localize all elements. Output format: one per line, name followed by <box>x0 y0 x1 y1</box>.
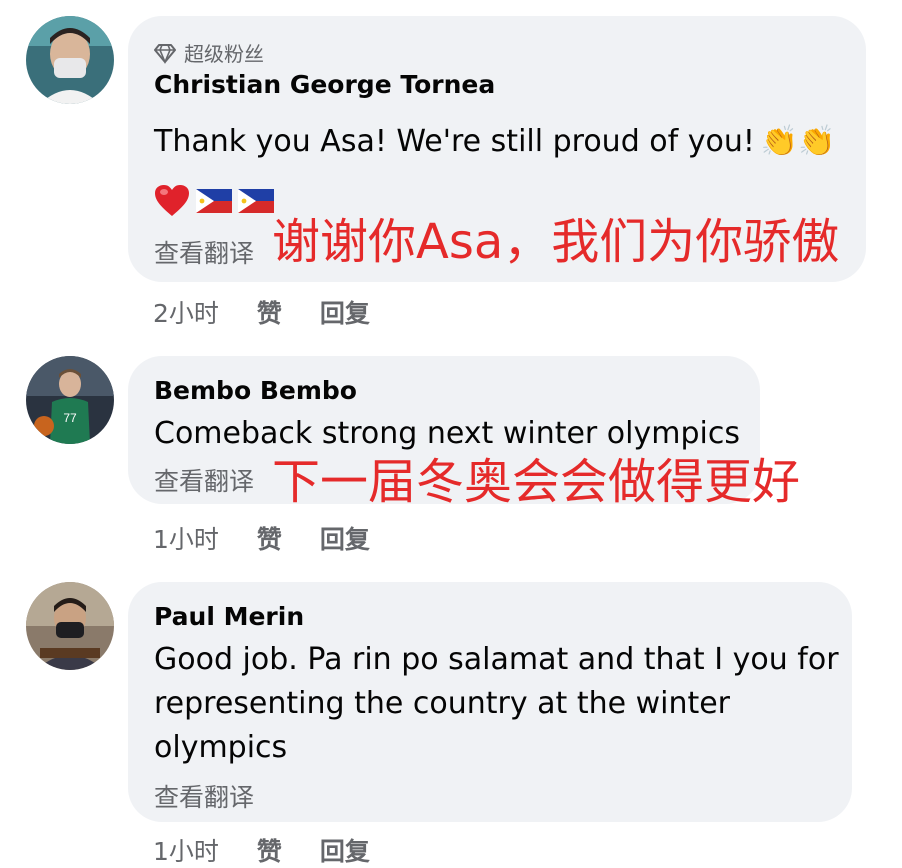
reply-button[interactable]: 回复 <box>320 520 370 556</box>
like-button[interactable]: 赞 <box>257 520 282 556</box>
see-translation-link[interactable]: 查看翻译 <box>154 778 254 814</box>
avatar[interactable] <box>26 582 114 670</box>
comment-actions: 1小时 赞 回复 <box>153 520 370 556</box>
like-button[interactable]: 赞 <box>257 832 282 868</box>
chinese-caption-overlay: 下一届冬奥会会做得更好 <box>272 454 801 510</box>
avatar[interactable]: 77 <box>26 356 114 444</box>
timestamp: 1小时 <box>153 837 219 866</box>
reply-button[interactable]: 回复 <box>320 294 370 330</box>
badge-label: 超级粉丝 <box>184 42 264 66</box>
see-translation-link[interactable]: 查看翻译 <box>154 462 254 498</box>
see-translation-link[interactable]: 查看翻译 <box>154 234 254 270</box>
comment-text-line-1: Good job. Pa rin po salamat and that I y… <box>154 642 839 677</box>
red-heart-emoji <box>155 185 189 216</box>
like-button[interactable]: 赞 <box>257 294 282 330</box>
emoji-row <box>154 184 274 218</box>
philippines-flag-emoji <box>238 189 274 213</box>
clapping-hands-emoji: 👏👏 <box>760 124 836 159</box>
comment-actions: 1小时 赞 回复 <box>153 832 370 868</box>
top-fan-badge: 超级粉丝 <box>154 38 264 67</box>
chinese-caption-overlay: 谢谢你Asa，我们为你骄傲 <box>272 214 840 270</box>
timestamp: 1小时 <box>153 525 219 554</box>
comment-text: Comeback strong next winter olympics <box>154 416 740 451</box>
diamond-icon <box>154 43 176 64</box>
reply-button[interactable]: 回复 <box>320 832 370 868</box>
comment-actions: 2小时 赞 回复 <box>153 294 370 330</box>
commenter-name[interactable]: Bembo Bembo <box>154 376 357 405</box>
timestamp: 2小时 <box>153 299 219 328</box>
comment-text-body: Thank you Asa! We're still proud of you! <box>154 124 755 159</box>
comment-bubble: Paul Merin Good job. Pa rin po salamat a… <box>128 582 852 822</box>
comment-text-line-2: representing the country at the winter <box>154 686 731 721</box>
svg-text:77: 77 <box>63 411 77 425</box>
comment-text-line-3: olympics <box>154 730 288 765</box>
avatar[interactable] <box>26 16 114 104</box>
commenter-name[interactable]: Paul Merin <box>154 602 304 631</box>
commenter-name[interactable]: Christian George Tornea <box>154 70 495 99</box>
philippines-flag-emoji <box>196 189 232 213</box>
comment-text: Thank you Asa! We're still proud of you!… <box>154 120 836 164</box>
